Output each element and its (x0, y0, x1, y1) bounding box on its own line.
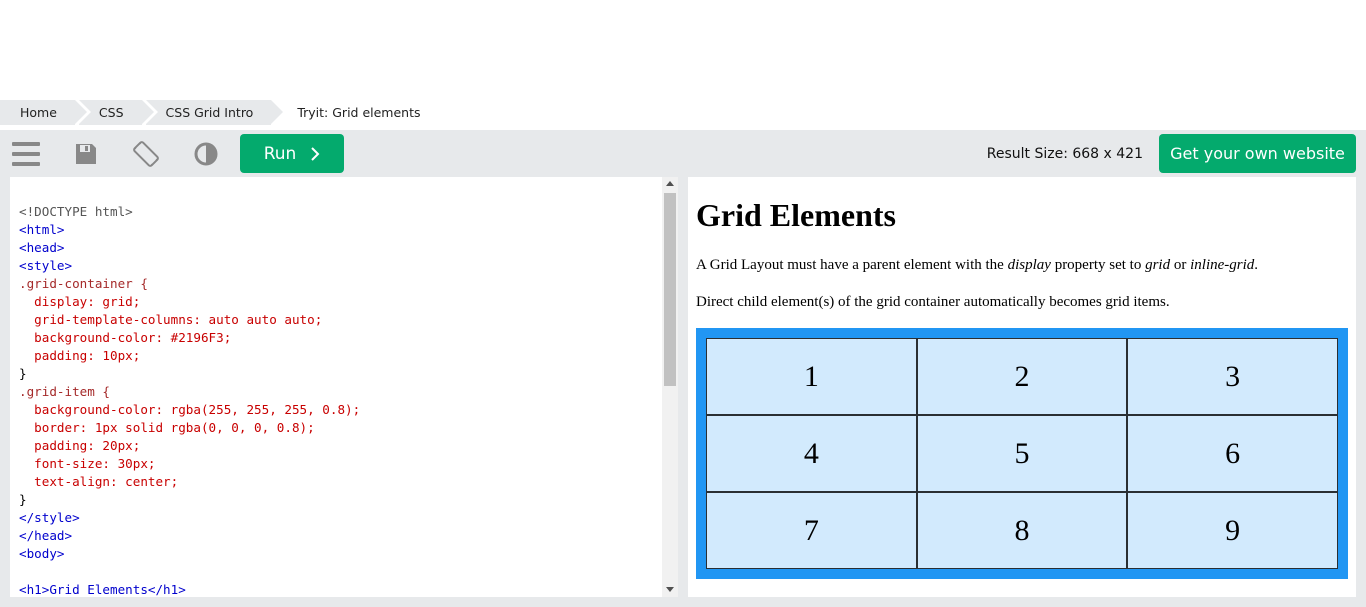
code-line: padding: 10px; (19, 348, 141, 363)
scroll-up-icon[interactable] (666, 181, 674, 186)
p1-text: property set to (1050, 257, 1146, 273)
grid-item: 6 (1127, 415, 1338, 492)
grid-item: 4 (706, 415, 917, 492)
code-line: </style> (19, 510, 80, 525)
breadcrumb: Home CSS CSS Grid Intro Tryit: Grid elem… (0, 100, 443, 125)
code-text[interactable]: <!DOCTYPE html> <html> <head> <style> .g… (19, 185, 360, 597)
result-paragraph-1: A Grid Layout must have a parent element… (696, 257, 1258, 274)
code-line: .grid-item { (19, 384, 110, 399)
code-line: .grid-container { (19, 276, 148, 291)
p1-inline-grid: inline-grid (1190, 257, 1255, 273)
breadcrumb-label: CSS Grid Intro (165, 105, 254, 120)
breadcrumb-label: Home (20, 105, 57, 120)
code-line: } (19, 492, 27, 507)
code-line: grid-template-columns: auto auto auto; (19, 312, 323, 327)
code-line: <head> (19, 240, 65, 255)
rotate-icon[interactable] (130, 138, 162, 170)
menu-icon[interactable] (10, 138, 42, 170)
result-size: Result Size: 668 x 421 (986, 146, 1143, 162)
code-line: <h1>Grid Elements</h1> (19, 582, 186, 597)
code-line: display: grid; (19, 294, 141, 309)
breadcrumb-label: Tryit: Grid elements (297, 105, 421, 120)
code-line: text-align: center; (19, 474, 179, 489)
contrast-icon[interactable] (190, 138, 222, 170)
grid-item: 9 (1127, 492, 1338, 569)
run-label: Run (263, 143, 297, 164)
p1-grid: grid (1145, 257, 1171, 273)
code-line: } (19, 366, 27, 381)
code-line: background-color: rgba(255, 255, 255, 0.… (19, 402, 361, 417)
p1-text: . (1254, 257, 1259, 273)
run-button[interactable]: Run (240, 134, 344, 173)
breadcrumb-home[interactable]: Home (0, 100, 87, 125)
code-line: <!DOCTYPE html> (19, 204, 133, 219)
code-line: <body> (19, 546, 65, 561)
grid-item: 2 (916, 338, 1128, 415)
breadcrumb-css-grid-intro[interactable]: CSS Grid Intro (145, 100, 284, 125)
grid-container: 1 2 3 4 5 6 7 8 9 (696, 328, 1348, 579)
grid-item: 7 (706, 492, 917, 569)
editor-scrollbar[interactable] (662, 177, 678, 597)
p1-display: display (1007, 257, 1051, 273)
code-editor[interactable]: <!DOCTYPE html> <html> <head> <style> .g… (10, 177, 678, 597)
grid-item: 3 (1127, 338, 1338, 415)
code-line: border: 1px solid rgba(0, 0, 0, 0.8); (19, 420, 315, 435)
code-line: padding: 20px; (19, 438, 141, 453)
result-heading: Grid Elements (696, 197, 896, 233)
breadcrumb-label: CSS (98, 105, 124, 120)
code-line: <style> (19, 258, 73, 273)
grid-item: 5 (916, 415, 1128, 492)
get-website-button[interactable]: Get your own website (1159, 134, 1356, 173)
p1-text: A Grid Layout must have a parent element… (696, 257, 1008, 273)
save-icon[interactable] (70, 138, 102, 170)
result-paragraph-2: Direct child element(s) of the grid cont… (696, 294, 1170, 310)
grid-item: 1 (706, 338, 917, 415)
code-line: background-color: #2196F3; (19, 330, 232, 345)
code-line: font-size: 30px; (19, 456, 156, 471)
result-frame: Grid Elements A Grid Layout must have a … (688, 177, 1356, 597)
code-line: <html> (19, 222, 65, 237)
breadcrumb-css[interactable]: CSS (78, 100, 154, 125)
chevron-right-icon (311, 146, 320, 161)
scroll-down-icon[interactable] (666, 587, 674, 592)
breadcrumb-current: Tryit: Grid elements (275, 100, 438, 125)
grid-item: 8 (916, 492, 1128, 569)
scroll-thumb[interactable] (664, 193, 676, 386)
p1-text: or (1170, 257, 1191, 273)
code-line: </head> (19, 528, 73, 543)
